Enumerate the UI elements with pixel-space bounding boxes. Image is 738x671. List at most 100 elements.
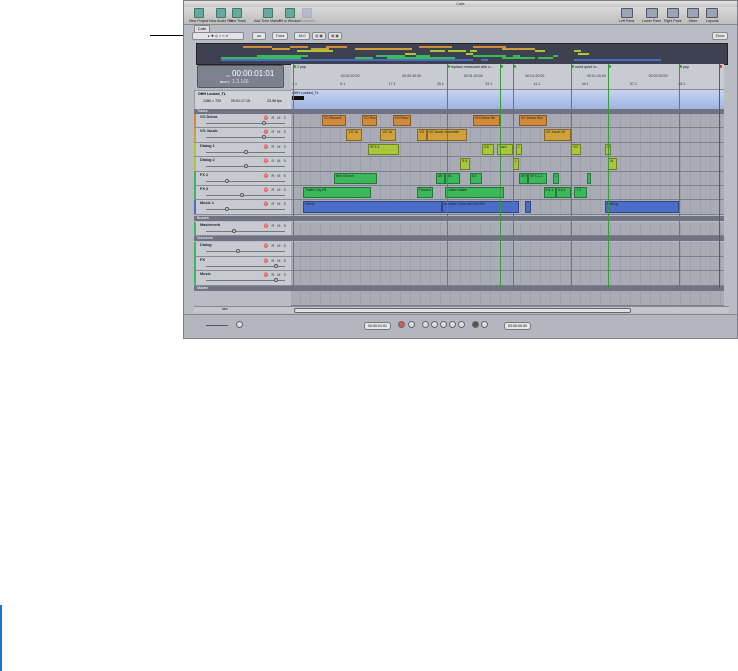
audio-clip[interactable]: Aft <box>435 172 445 184</box>
track-buttons[interactable]: ♈ R M S <box>264 129 287 134</box>
track-buttons[interactable]: ♈ R M S <box>264 115 287 120</box>
record-button[interactable] <box>398 321 405 328</box>
audio-clip[interactable]: 1 <box>515 143 522 156</box>
forward-button[interactable] <box>449 321 456 328</box>
volume-slider[interactable] <box>206 123 285 124</box>
sync-button[interactable] <box>481 321 488 328</box>
toolbar-new-project-button[interactable]: New Project <box>189 8 208 23</box>
audio-clip[interactable]: 5.5 <box>460 158 470 170</box>
zoom-unit[interactable]: sec <box>222 307 228 311</box>
audio-clip[interactable]: 5.8 <box>469 172 482 184</box>
track-lane[interactable]: Remix Acoustic Guitar Bel Sol Ref Ending <box>291 200 724 215</box>
audio-clip[interactable]: Al <box>608 158 618 170</box>
audio-clip[interactable] <box>586 172 592 184</box>
track-lane[interactable]: VO Recordi VO Rec VO Reco VO Debra Re VO Deb… <box>291 114 724 129</box>
audio-clip[interactable]: Passed <box>417 187 433 199</box>
volume-knob[interactable] <box>243 164 248 169</box>
audio-clip[interactable]: VO Ja <box>380 129 396 141</box>
loop-icon[interactable] <box>236 321 243 328</box>
toolbar-lower-pane-button[interactable]: Lower Pane <box>642 8 661 23</box>
audio-clip[interactable]: SFX-1-1 <box>528 172 547 184</box>
playhead-field[interactable]: 00:00:01:01 <box>364 322 391 330</box>
audio-clip[interactable]: 5.8 <box>481 143 495 156</box>
volume-knob[interactable] <box>236 249 240 254</box>
track-lane[interactable]: 5.5 1 Al <box>291 157 724 172</box>
audio-clip[interactable]: Coffee Maker <box>445 187 504 199</box>
track-buttons[interactable]: ♈ R M S <box>264 272 287 277</box>
time-marker[interactable]: pop <box>679 65 689 69</box>
master-lane[interactable] <box>291 290 724 306</box>
audio-clip[interactable]: VO <box>417 129 427 141</box>
volume-slider[interactable] <box>206 325 228 326</box>
time-marker[interactable]: need quiet ro... <box>571 65 599 69</box>
audio-clip[interactable]: 5.8-1 <box>555 187 572 199</box>
volume-knob[interactable] <box>273 263 278 268</box>
rate-field[interactable]: 48.0 <box>294 32 310 40</box>
volume-knob[interactable] <box>262 135 267 140</box>
track-lane[interactable] <box>291 256 724 272</box>
audio-clip[interactable]: VO Reco <box>392 115 412 127</box>
time-marker[interactable]: replace restaurant with s... <box>446 65 493 69</box>
audio-clip[interactable]: VO Ja <box>346 129 362 141</box>
go-start-button[interactable] <box>422 321 429 328</box>
audio-clip[interactable]: Bell Church <box>334 172 378 184</box>
view-buttons[interactable]: ▤ ▦ <box>328 32 342 40</box>
track-buttons[interactable]: ♈ R M S <box>264 201 287 206</box>
track-lane[interactable] <box>291 242 724 257</box>
toolbar-crossfade-button[interactable]: Crossfade <box>299 8 315 23</box>
track-lane[interactable] <box>291 221 724 237</box>
audio-clip[interactable] <box>525 201 532 213</box>
audio-clip[interactable]: VO Jacob Je <box>543 129 572 141</box>
toolbar-layouts-button[interactable]: Layouts <box>706 8 719 23</box>
volume-slider[interactable] <box>206 209 285 211</box>
track-select[interactable]: Track <box>272 32 288 40</box>
audio-clip[interactable]: VO Rec <box>361 115 378 127</box>
audio-clip[interactable]: 5.8-1 <box>543 187 556 199</box>
track-lane[interactable] <box>291 271 724 286</box>
volume-slider[interactable] <box>206 251 285 253</box>
volume-slider[interactable] <box>206 195 285 196</box>
toolbar-mixer-button[interactable]: Mixer <box>687 8 699 23</box>
volume-slider[interactable] <box>206 180 285 182</box>
cycle-button[interactable] <box>472 321 479 328</box>
toolbar-left-pane-button[interactable]: Left Pane <box>619 8 634 23</box>
tool-palette[interactable]: ▸ ✚ ◎ ⌂ ✂ ▾ <box>192 32 244 40</box>
audio-clip[interactable]: VO Recordi <box>321 115 347 127</box>
horizontal-scrollbar[interactable] <box>294 308 631 313</box>
volume-knob[interactable] <box>224 178 229 183</box>
volume-slider[interactable] <box>206 230 285 232</box>
go-end-button[interactable] <box>458 321 465 328</box>
time-ruler[interactable]: 00:00:20:00 00:00:40:00 00:01:00:00 00:01:2… <box>291 64 724 90</box>
audio-clip[interactable]: 7.2 <box>574 187 587 199</box>
show-dropdown[interactable]: Show <box>712 32 728 40</box>
volume-slider[interactable] <box>206 137 285 139</box>
volume-knob[interactable] <box>243 149 248 154</box>
track-buttons[interactable]: ♈ R M S <box>264 223 287 228</box>
track-lane[interactable]: VO Ja VO Ja VO VO Jacob Jeannette VO Jacob J… <box>291 128 724 143</box>
volume-knob[interactable] <box>262 121 267 125</box>
toolbar-add-time-marker-button[interactable]: Add Time Marker <box>254 8 281 23</box>
track-buttons[interactable]: ♈ R M S <box>264 258 287 263</box>
track-lane[interactable]: Bell Church Aft Aft- 5.8 SFX SFX-1-1 1 <box>291 171 724 186</box>
track-buttons[interactable]: ♈ R M S <box>264 187 287 192</box>
audio-clip[interactable]: Acoustic Guitar Bel Sol Ref <box>441 201 519 213</box>
track-lane[interactable]: SFX-15.8Sara1VOO <box>291 142 724 158</box>
audio-clip[interactable]: VO Debra Re <box>472 115 501 127</box>
rewind-button[interactable] <box>431 321 438 328</box>
track-lane[interactable]: Traffic City Eff Passed Coffee Maker 5.8-1 5… <box>291 186 724 201</box>
track-buttons[interactable]: ♈ R M S <box>264 243 287 248</box>
audio-clip[interactable]: VO <box>571 143 581 156</box>
audio-clip[interactable]: 1 <box>552 172 559 184</box>
snap-buttons[interactable]: ▥ ▦ <box>312 32 326 40</box>
audio-clip[interactable]: VO Debra Rec <box>518 115 547 127</box>
track-buttons[interactable]: ♈ R M S <box>264 158 287 163</box>
play-button[interactable] <box>408 321 415 328</box>
audio-clip[interactable]: SFX <box>518 172 529 184</box>
play-selection-button[interactable] <box>440 321 447 328</box>
toolbar-fit-in-window-button[interactable]: Fit in Window <box>279 8 301 23</box>
audio-clip[interactable]: Remix <box>303 201 442 213</box>
volume-knob[interactable] <box>224 207 229 212</box>
section-busses[interactable]: Busses <box>194 215 724 221</box>
nudge-buttons[interactable]: ◂ ▸ <box>252 32 266 40</box>
end-field[interactable]: 00:00:00:00 <box>504 322 531 330</box>
